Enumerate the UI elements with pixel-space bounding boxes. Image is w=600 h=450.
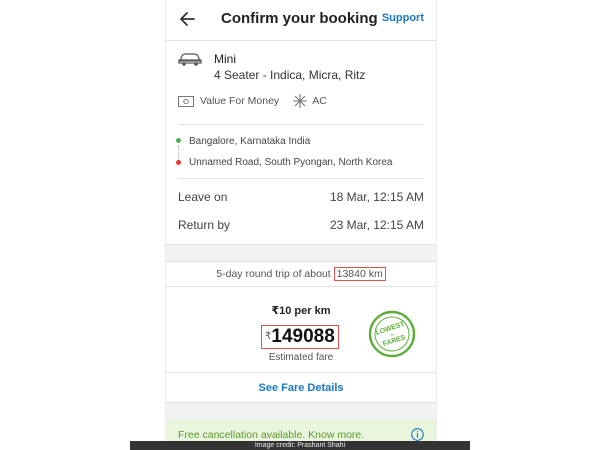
- drop-dot: [176, 160, 181, 165]
- booking-screen: Confirm your booking Support Mini 4 Seat…: [165, 0, 437, 450]
- cab-features: Value For Money AC: [178, 94, 327, 108]
- section-separator: [166, 244, 436, 262]
- support-link[interactable]: Support: [382, 12, 424, 24]
- divider: [178, 124, 424, 125]
- feature-ac: AC: [312, 95, 327, 107]
- cancellation-link[interactable]: Free cancellation available. Know more.: [178, 429, 364, 441]
- feature-value-for-money: Value For Money: [200, 95, 280, 107]
- divider: [166, 286, 436, 287]
- money-icon: [178, 95, 194, 107]
- leave-on-value[interactable]: 18 Mar, 12:15 AM: [330, 190, 424, 204]
- badge-text-mid: in: [390, 332, 395, 338]
- info-icon[interactable]: [411, 428, 424, 441]
- pickup-dot: [176, 138, 181, 143]
- trip-distance: 13840 km: [333, 267, 386, 281]
- return-by-value[interactable]: 23 Mar, 12:15 AM: [330, 218, 424, 232]
- back-arrow-icon[interactable]: [178, 8, 198, 30]
- badge-text-bottom: FARES: [382, 334, 407, 348]
- estimated-fare-box: ₹149088: [261, 325, 339, 349]
- return-by-label: Return by: [178, 218, 231, 232]
- trip-prefix: 5-day round trip of about: [216, 268, 331, 280]
- image-credit: Image credit: Prashant Shahi: [130, 441, 470, 450]
- trip-summary: 5-day round trip of about 13840 km: [166, 267, 436, 281]
- section-separator: [166, 402, 436, 422]
- see-fare-details-link[interactable]: See Fare Details: [166, 382, 436, 394]
- car-icon: [178, 53, 202, 66]
- divider: [166, 372, 436, 373]
- lowest-fares-badge-icon: LOWEST in FARES: [368, 310, 416, 358]
- route-line: [178, 145, 179, 159]
- divider: [178, 178, 424, 179]
- fare-amount: 149088: [271, 326, 335, 347]
- app-header: Confirm your booking Support: [166, 0, 436, 41]
- pickup-location: Bangalore, Karnataka India: [189, 136, 311, 147]
- page-title: Confirm your booking: [221, 10, 378, 27]
- drop-location: Unnamed Road, South Pyongan, North Korea: [189, 157, 393, 168]
- cab-type: Mini: [214, 52, 237, 66]
- snowflake-icon: [293, 94, 308, 108]
- cab-models: 4 Seater - Indica, Micra, Ritz: [214, 68, 366, 82]
- leave-on-label: Leave on: [178, 190, 228, 204]
